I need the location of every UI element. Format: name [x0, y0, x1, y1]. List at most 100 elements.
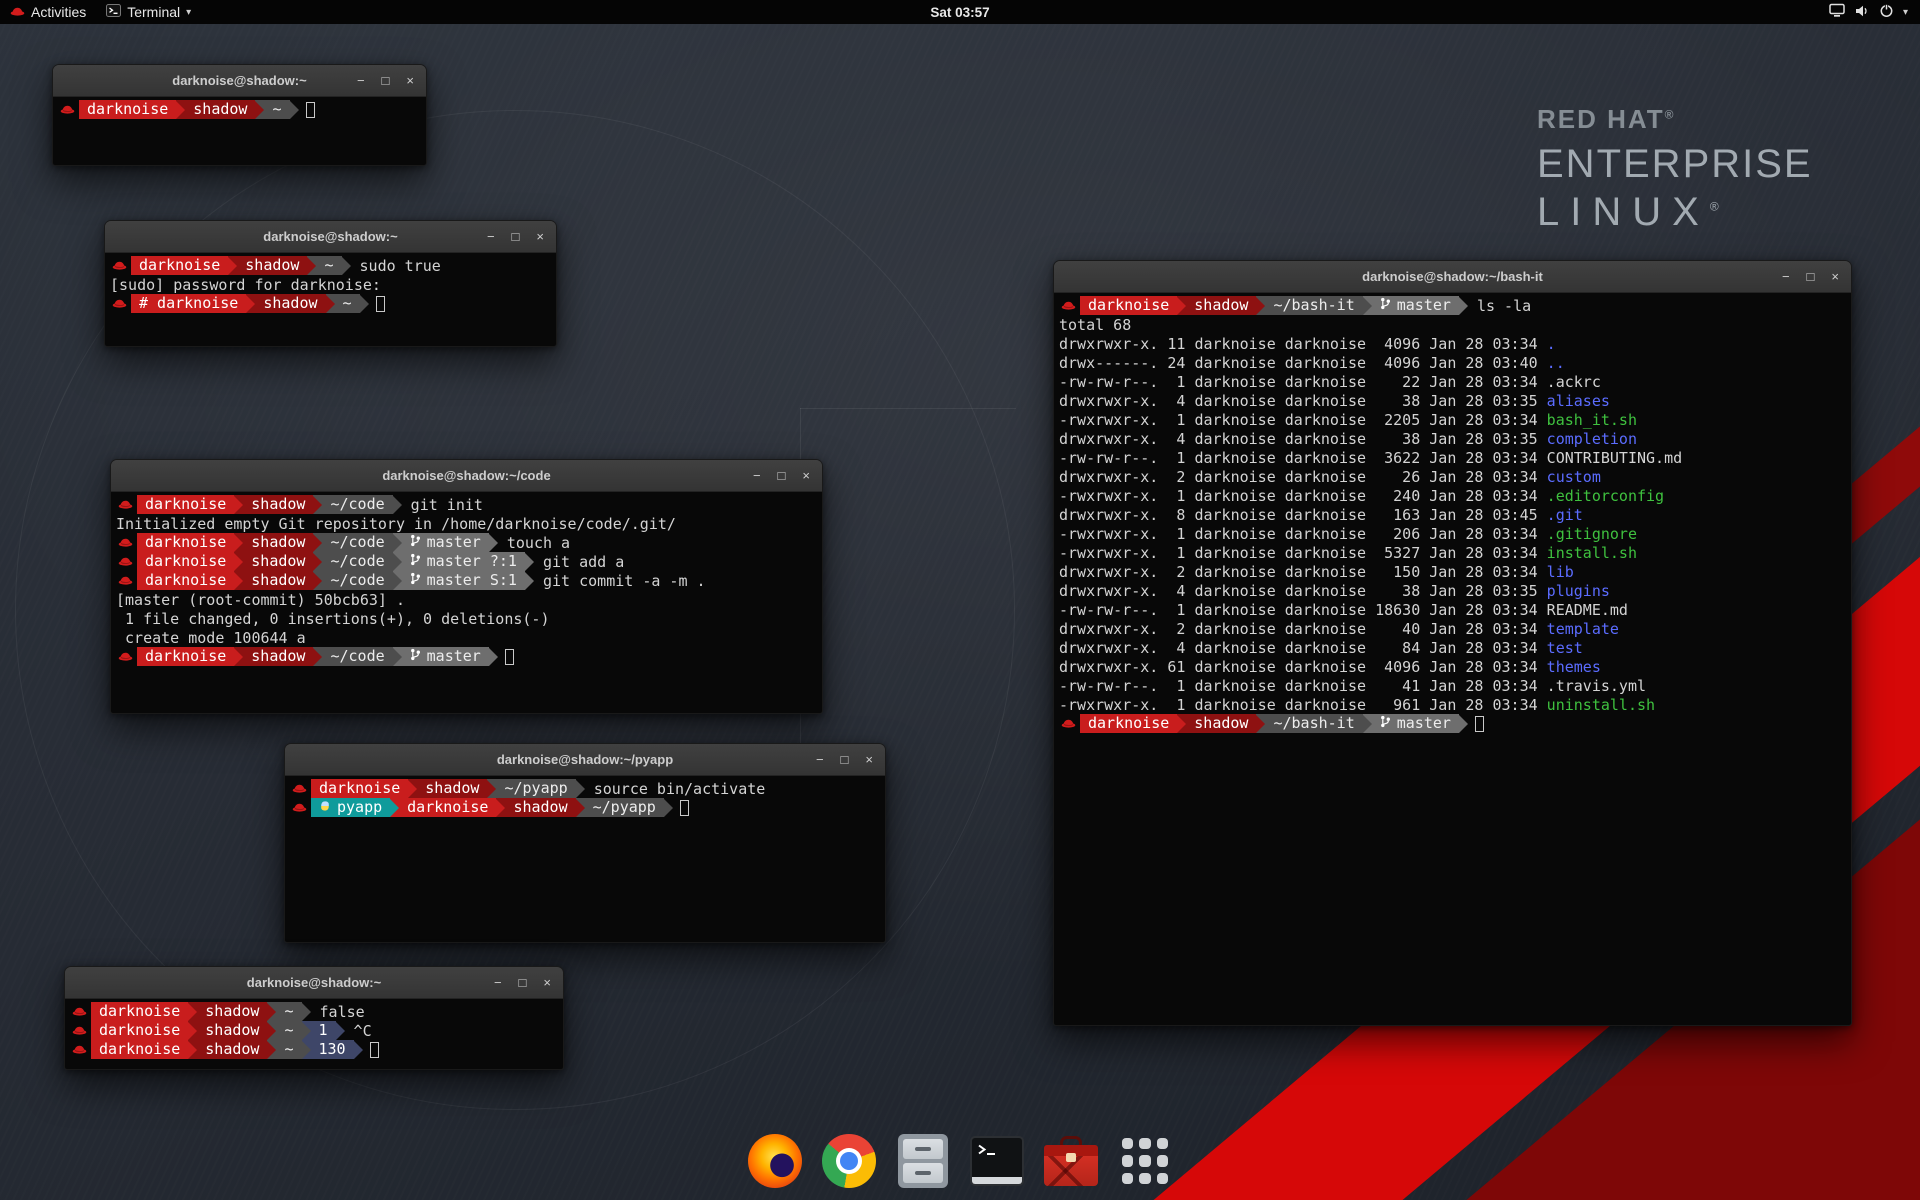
terminal-launcher[interactable]	[968, 1132, 1026, 1190]
files-launcher[interactable]	[894, 1132, 952, 1190]
maximize-button[interactable]: □	[512, 230, 520, 243]
prompt-segment: darknoise	[399, 798, 496, 817]
terminal-text: -rwxrwxr-x. 1 darknoise darknoise 2205 J…	[1059, 411, 1547, 429]
close-button[interactable]: ×	[406, 74, 414, 87]
titlebar[interactable]: darknoise@shadow:~ − □ ×	[105, 221, 556, 253]
prompt-segment: shadow	[185, 100, 255, 119]
terminal-window-home-small[interactable]: darknoise@shadow:~−□×darknoiseshadow~	[52, 64, 427, 166]
terminal-line: darknoiseshadow~	[58, 100, 421, 119]
segment-label: master	[1397, 296, 1451, 315]
terminal-window-pyapp[interactable]: darknoise@shadow:~/pyapp−□×darknoiseshad…	[284, 743, 886, 943]
close-button[interactable]: ×	[543, 976, 551, 989]
maximize-button[interactable]: □	[778, 469, 786, 482]
activities-button[interactable]: Activities	[0, 0, 96, 24]
titlebar[interactable]: darknoise@shadow:~/pyapp−□×	[285, 744, 885, 776]
terminal-output[interactable]: darknoiseshadow~	[53, 97, 426, 165]
titlebar[interactable]: darknoise@shadow:~/bash-it − □ ×	[1054, 261, 1851, 293]
terminal-line: -rwxrwxr-x. 1 darknoise darknoise 240 Ja…	[1059, 486, 1846, 505]
minimize-button[interactable]: −	[753, 469, 761, 482]
terminal-output[interactable]: darknoiseshadow~/bash-itmaster ls -latot…	[1054, 293, 1851, 1025]
titlebar[interactable]: darknoise@shadow:~/code−□×	[111, 460, 822, 492]
prompt-segment: darknoise	[131, 256, 228, 275]
prompt-segment: master S:1	[402, 571, 525, 590]
powerline-arrow	[393, 533, 402, 552]
terminal-output[interactable]: darknoiseshadow~ sudo true[sudo] passwor…	[105, 253, 556, 346]
segment-label: master	[427, 647, 481, 666]
maximize-button[interactable]: □	[382, 74, 390, 87]
chevron-down-icon: ▾	[186, 7, 191, 18]
powerline-arrow	[234, 552, 243, 571]
window-controls: − □ ×	[487, 221, 544, 252]
registered-mark: ®	[1665, 107, 1676, 121]
maximize-button[interactable]: □	[841, 753, 849, 766]
terminal-output[interactable]: darknoiseshadow~/pyapp source bin/activa…	[285, 776, 885, 942]
terminal-window-home-exit[interactable]: darknoise@shadow:~−□×darknoiseshadow~ fa…	[64, 966, 564, 1070]
prompt-segment: master	[402, 533, 489, 552]
prompt-segment: pyapp	[311, 798, 390, 817]
powerline-arrow	[313, 495, 322, 514]
terminal-line: darknoiseshadow~/bash-itmaster	[1059, 714, 1846, 733]
system-status-area[interactable]: ▾	[1823, 0, 1914, 24]
titlebar[interactable]: darknoise@shadow:~ − □ ×	[53, 65, 426, 97]
firefox-launcher[interactable]	[746, 1132, 804, 1190]
redhat-prompt-icon	[110, 298, 131, 309]
powerline-arrow	[1363, 296, 1372, 315]
prompt-segment: ~	[316, 256, 341, 275]
prompt-segment: shadow	[197, 1002, 267, 1021]
terminal-text: ..	[1547, 354, 1565, 372]
terminal-line: -rw-rw-r--. 1 darknoise darknoise 18630 …	[1059, 600, 1846, 619]
window-controls: − □ ×	[1782, 261, 1839, 292]
terminal-text: -rwxrwxr-x. 1 darknoise darknoise 961 Ja…	[1059, 696, 1547, 714]
prompt-segment: darknoise	[91, 1040, 188, 1059]
powerline-arrow	[393, 571, 402, 590]
terminal-window-sudo[interactable]: darknoise@shadow:~ − □ × darknoiseshadow~ su…	[104, 220, 557, 347]
close-button[interactable]: ×	[1831, 270, 1839, 283]
terminal-text: .	[1547, 335, 1556, 353]
prompt-segment: ~/bash-it	[1265, 296, 1362, 315]
terminal-text: CONTRIBUTING.md	[1547, 449, 1682, 467]
terminal-cursor	[1475, 716, 1484, 732]
terminal-line: darknoiseshadow~1 ^C	[70, 1021, 558, 1040]
chrome-launcher[interactable]	[820, 1132, 878, 1190]
software-toolbox-launcher[interactable]	[1042, 1132, 1100, 1190]
minimize-button[interactable]: −	[816, 753, 824, 766]
top-bar: Activities Terminal ▾ Sat 03:57 ▾	[0, 0, 1920, 24]
minimize-button[interactable]: −	[487, 230, 495, 243]
window-controls: − □ ×	[816, 744, 873, 775]
terminal-window-bash-it[interactable]: darknoise@shadow:~/bash-it − □ × darknoisesh…	[1053, 260, 1852, 1026]
titlebar[interactable]: darknoise@shadow:~−□×	[65, 967, 563, 999]
terminal-window-code[interactable]: darknoise@shadow:~/code−□×darknoiseshado…	[110, 459, 823, 714]
terminal-text: drwxrwxr-x. 61 darknoise darknoise 4096 …	[1059, 658, 1547, 676]
prompt-segment: shadow	[197, 1040, 267, 1059]
maximize-button[interactable]: □	[1807, 270, 1815, 283]
terminal-cursor	[376, 296, 385, 312]
minimize-button[interactable]: −	[357, 74, 365, 87]
prompt-segment: ~/bash-it	[1265, 714, 1362, 733]
minimize-button[interactable]: −	[494, 976, 502, 989]
app-menu[interactable]: Terminal ▾	[96, 0, 201, 24]
terminal-line: drwxrwxr-x. 2 darknoise darknoise 40 Jan…	[1059, 619, 1846, 638]
window-title: darknoise@shadow:~	[172, 73, 306, 88]
terminal-line: drwxrwxr-x. 11 darknoise darknoise 4096 …	[1059, 334, 1846, 353]
prompt-segment: darknoise	[137, 495, 234, 514]
terminal-line: -rwxrwxr-x. 1 darknoise darknoise 5327 J…	[1059, 543, 1846, 562]
minimize-button[interactable]: −	[1782, 270, 1790, 283]
clock[interactable]: Sat 03:57	[930, 5, 989, 20]
terminal-output[interactable]: darknoiseshadow~/code git initInitialize…	[111, 492, 822, 713]
terminal-text: .gitignore	[1547, 525, 1637, 543]
close-button[interactable]: ×	[536, 230, 544, 243]
prompt-segment: darknoise	[79, 100, 176, 119]
powerline-arrow	[234, 495, 243, 514]
prompt-segment: shadow	[243, 647, 313, 666]
window-title: darknoise@shadow:~/bash-it	[1362, 269, 1543, 284]
powerline-arrow	[525, 571, 534, 590]
window-title: darknoise@shadow:~	[263, 229, 397, 244]
close-button[interactable]: ×	[865, 753, 873, 766]
terminal-output[interactable]: darknoiseshadow~ falsedarknoiseshadow~1 …	[65, 999, 563, 1069]
close-button[interactable]: ×	[802, 469, 810, 482]
prompt-segment: shadow	[243, 495, 313, 514]
maximize-button[interactable]: □	[519, 976, 527, 989]
segment-label: master S:1	[427, 571, 517, 590]
powerline-arrow	[1363, 714, 1372, 733]
app-grid-button[interactable]	[1116, 1132, 1174, 1190]
